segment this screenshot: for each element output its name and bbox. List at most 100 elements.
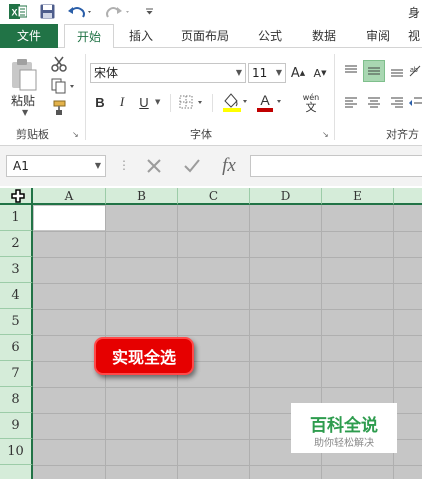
tab-home[interactable]: 开始 (64, 24, 114, 49)
row-header-11[interactable] (0, 465, 33, 479)
grid-line (33, 231, 422, 232)
row-header-5[interactable]: 5 (0, 309, 33, 335)
paste-label: 粘贴 (11, 94, 36, 108)
paste-dropdown-icon[interactable]: ▼ (22, 108, 28, 117)
formula-bar-grip-icon: ⋮ (118, 158, 130, 172)
row-header-6[interactable]: 6 (0, 335, 33, 361)
underline-button[interactable]: U (136, 92, 152, 112)
tab-formulas[interactable]: 公式 (248, 24, 292, 48)
undo-icon[interactable] (66, 3, 94, 20)
fill-color-icon[interactable] (220, 90, 250, 114)
tab-data[interactable]: 数据 (302, 24, 346, 48)
underline-dropdown-icon[interactable]: ▼ (155, 98, 160, 106)
orientation-icon[interactable]: ab (408, 60, 422, 82)
name-box[interactable]: A1 ▼ (6, 155, 106, 177)
align-top-icon[interactable] (340, 60, 362, 82)
row-header-1[interactable]: 1 (0, 205, 33, 231)
grid-line (33, 387, 422, 388)
column-header-f[interactable] (394, 188, 422, 205)
font-size-value: 11 (252, 66, 268, 80)
cut-icon[interactable] (48, 54, 70, 74)
alignment-group-label: 对齐方 (386, 128, 419, 141)
grid-line (33, 465, 422, 466)
borders-icon[interactable] (178, 92, 206, 112)
ribbon-separator (170, 94, 171, 112)
ribbon-home: 粘贴 ▼ 剪贴板 ↘ 宋体 ▼ 11 ▼ A ▲ A ▼ B I U ▼ A wén… (0, 48, 422, 146)
phonetic-bottom-label: 文 (305, 101, 317, 114)
phonetic-guide-button[interactable]: wén 文 (296, 90, 326, 116)
italic-button[interactable]: I (114, 92, 130, 112)
align-center-icon[interactable] (363, 92, 385, 114)
align-middle-icon[interactable] (363, 60, 385, 82)
ribbon-separator (334, 54, 335, 140)
redo-icon[interactable] (104, 3, 132, 20)
excel-logo-icon: X (8, 3, 28, 20)
tab-insert[interactable]: 插入 (120, 24, 162, 48)
row-header-8[interactable]: 8 (0, 387, 33, 413)
format-painter-icon[interactable] (48, 98, 70, 118)
grid-line (33, 283, 422, 284)
grid-line (33, 335, 422, 336)
row-header-3[interactable]: 3 (0, 257, 33, 283)
column-header-b[interactable]: B (106, 188, 178, 205)
cancel-icon[interactable] (140, 156, 168, 176)
ribbon-separator (85, 54, 86, 140)
copy-icon[interactable] (48, 76, 78, 96)
font-group-label: 字体 (190, 128, 212, 141)
row-header-10[interactable]: 10 (0, 439, 33, 465)
align-right-icon[interactable] (386, 92, 408, 114)
font-size-combo[interactable]: 11 ▼ (248, 63, 286, 83)
svg-text:ab: ab (410, 67, 418, 74)
row-header-9[interactable]: 9 (0, 413, 33, 439)
column-header-e[interactable]: E (322, 188, 394, 205)
formula-input[interactable] (250, 155, 422, 177)
shrink-font-button[interactable]: A ▼ (312, 63, 328, 83)
grid-line (249, 205, 250, 479)
watermark-title: 百科全说 (310, 416, 378, 436)
font-size-dropdown-icon[interactable]: ▼ (273, 64, 285, 82)
tab-file[interactable]: 文件 (0, 24, 58, 48)
column-header-d[interactable]: D (250, 188, 322, 205)
tab-review[interactable]: 审阅 (356, 24, 400, 48)
insert-function-button[interactable]: fx (214, 154, 244, 178)
grow-font-button[interactable]: A ▲ (290, 63, 306, 83)
select-all-callout: 实现全选 (94, 337, 194, 375)
font-name-combo[interactable]: 宋体 ▼ (90, 63, 246, 83)
tab-page-layout[interactable]: 页面布局 (172, 24, 238, 48)
window-title-partial: 身 (408, 6, 421, 20)
column-header-c[interactable]: C (178, 188, 250, 205)
name-box-value: A1 (13, 159, 29, 173)
svg-text:X: X (11, 8, 17, 18)
decrease-indent-icon[interactable] (408, 92, 422, 114)
ribbon-separator (212, 94, 213, 112)
save-icon[interactable] (38, 3, 56, 20)
formula-bar: A1 ▼ ⋮ fx (0, 146, 422, 186)
grid-line (33, 309, 422, 310)
shrink-font-label: A (313, 66, 322, 80)
grow-font-label: A (290, 65, 300, 81)
font-color-icon[interactable]: A (254, 90, 284, 114)
active-cell-a1[interactable] (34, 206, 105, 230)
clipboard-launcher-icon[interactable]: ↘ (72, 130, 79, 139)
svg-text:A: A (260, 92, 270, 108)
row-header-2[interactable]: 2 (0, 231, 33, 257)
enter-icon[interactable] (178, 156, 206, 176)
name-box-dropdown-icon[interactable]: ▼ (95, 156, 101, 176)
font-launcher-icon[interactable]: ↘ (322, 130, 329, 139)
row-header-7[interactable]: 7 (0, 361, 33, 387)
tab-view[interactable]: 视 (408, 24, 422, 48)
paste-button[interactable] (6, 56, 40, 96)
align-bottom-icon[interactable] (386, 60, 408, 82)
clipboard-group-label: 剪贴板 (16, 128, 49, 141)
column-header-a[interactable]: A (33, 188, 106, 205)
bold-button[interactable]: B (92, 92, 108, 112)
customize-qat-icon[interactable] (142, 3, 156, 20)
align-left-icon[interactable] (340, 92, 362, 114)
grid-line (33, 361, 422, 362)
font-name-dropdown-icon[interactable]: ▼ (233, 64, 245, 82)
ribbon-tabs: 文件 开始 插入 页面布局 公式 数据 审阅 视 (0, 24, 422, 49)
grid-line (33, 257, 422, 258)
font-name-value: 宋体 (94, 66, 119, 80)
watermark-subtitle: 助你轻松解决 (314, 438, 374, 449)
row-header-4[interactable]: 4 (0, 283, 33, 309)
